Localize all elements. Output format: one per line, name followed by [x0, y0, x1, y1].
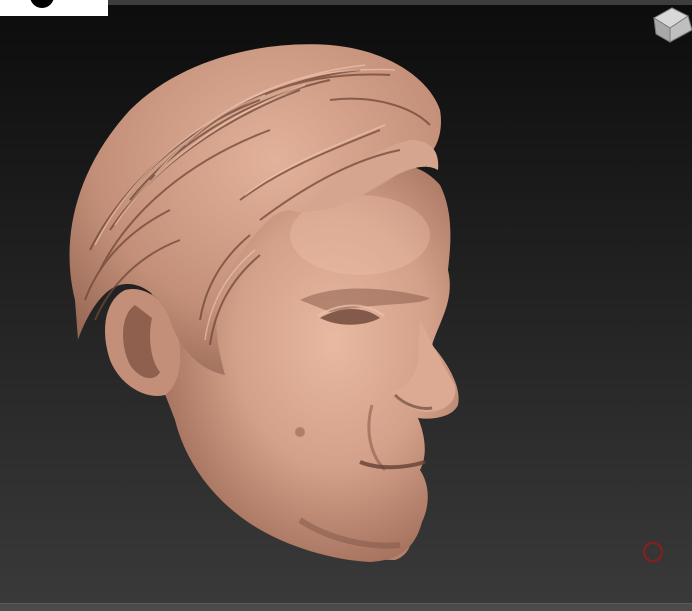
navigation-cube-icon[interactable] — [642, 0, 692, 44]
sculpted-head-model[interactable] — [0, 0, 692, 611]
3d-viewport[interactable] — [0, 0, 692, 611]
viewport-bottom-border — [0, 603, 692, 611]
mole — [295, 427, 305, 437]
brush-cursor-icon — [643, 542, 663, 562]
